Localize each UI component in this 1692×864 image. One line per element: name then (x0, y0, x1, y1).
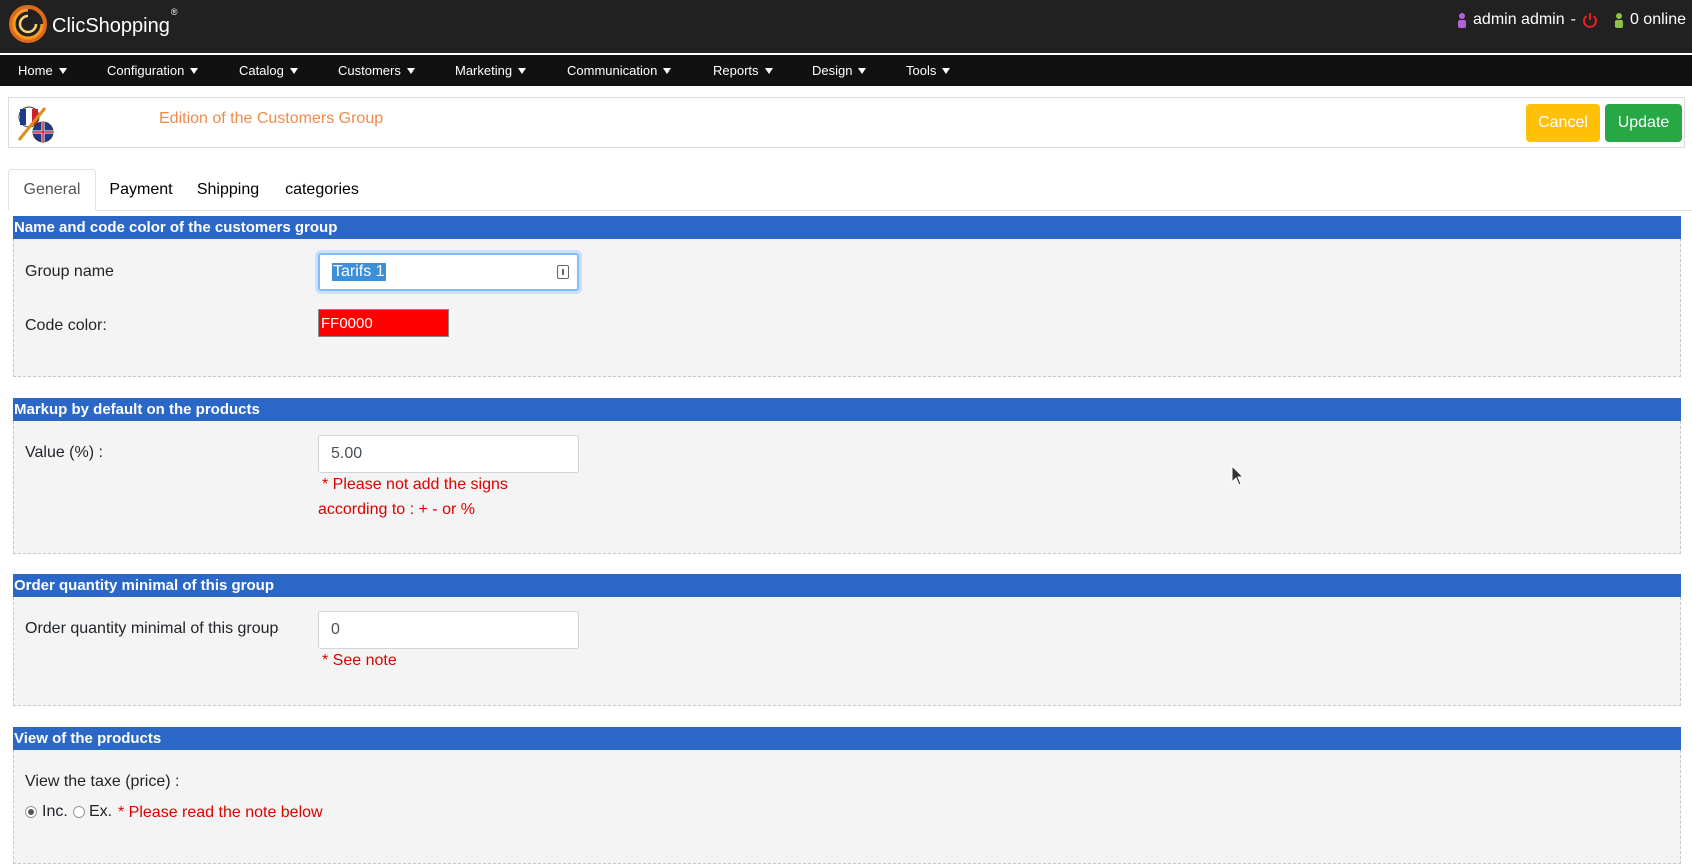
markup-note-line1: * Please not add the signs (322, 476, 508, 493)
caret-down-icon (190, 67, 199, 74)
section-order-quantity: Order quantity minimal of this group Ord… (13, 574, 1681, 706)
caret-down-icon (858, 67, 867, 74)
order-quantity-note: * See note (322, 652, 397, 669)
nav-customers[interactable]: Customers (338, 63, 415, 78)
markup-value-input[interactable]: 5.00 (318, 435, 579, 473)
group-name-label: Group name (25, 263, 114, 280)
markup-note-line2: according to : + - or % (318, 501, 475, 518)
caret-down-icon (942, 67, 951, 74)
user-separator: - (1570, 11, 1576, 28)
tax-ex-radio[interactable] (73, 806, 85, 818)
tab-bar: General Payment Shipping categories (8, 169, 1692, 211)
caret-down-icon (518, 67, 527, 74)
online-users-icon (1614, 13, 1623, 28)
section-title: Name and code color of the customers gro… (13, 216, 1681, 239)
tax-inc-label[interactable]: Inc. (42, 803, 68, 821)
nav-tools[interactable]: Tools (906, 63, 951, 78)
main-nav: Home Configuration Catalog Customers Mar… (0, 55, 1692, 86)
nav-reports[interactable]: Reports (713, 63, 773, 78)
nav-catalog[interactable]: Catalog (239, 63, 298, 78)
nav-configuration[interactable]: Configuration (107, 63, 199, 78)
mouse-cursor-icon (1231, 465, 1245, 486)
order-quantity-label: Order quantity minimal of this group (25, 620, 279, 637)
section-title: Markup by default on the products (13, 398, 1681, 421)
caret-down-icon (58, 67, 67, 74)
tab-categories[interactable]: categories (272, 169, 372, 211)
section-body: Value (%) : 5.00 * Please not add the si… (13, 421, 1681, 554)
section-title: View of the products (13, 727, 1681, 750)
section-body: Order quantity minimal of this group 0 *… (13, 597, 1681, 706)
tax-inc-radio[interactable] (25, 806, 37, 818)
nav-design[interactable]: Design (812, 63, 867, 78)
caret-down-icon (406, 67, 415, 74)
user-name[interactable]: admin admin (1473, 11, 1565, 29)
caret-down-icon (764, 67, 773, 74)
nav-marketing[interactable]: Marketing (455, 63, 527, 78)
section-name-color: Name and code color of the customers gro… (13, 216, 1681, 377)
update-button[interactable]: Update (1605, 104, 1682, 142)
tab-shipping[interactable]: Shipping (186, 169, 270, 211)
markup-value: 5.00 (331, 445, 363, 462)
nav-home[interactable]: Home (18, 63, 67, 78)
registered-mark: ® (170, 7, 178, 18)
section-body: Group name Tarifs 1 Code color: FF0000 (13, 239, 1681, 377)
order-quantity-input[interactable]: 0 (318, 611, 579, 649)
group-name-value: Tarifs 1 (332, 263, 386, 281)
section-title: Order quantity minimal of this group (13, 574, 1681, 597)
power-icon[interactable] (1582, 12, 1598, 28)
order-quantity-value: 0 (331, 621, 340, 638)
caret-down-icon (663, 67, 672, 74)
language-flags-icon (17, 106, 54, 143)
tax-ex-label[interactable]: Ex. (89, 803, 112, 821)
section-view-products: View of the products View the taxe (pric… (13, 727, 1681, 864)
autofill-icon[interactable] (557, 265, 569, 279)
clicshopping-logo[interactable] (8, 4, 48, 44)
tab-general[interactable]: General (8, 169, 96, 211)
view-tax-note: * Please read the note below (118, 804, 323, 821)
markup-note: * Please not add the signs according to … (318, 472, 508, 522)
group-name-input[interactable]: Tarifs 1 (318, 253, 579, 291)
user-area: admin admin - 0 online (1457, 11, 1686, 29)
caret-down-icon (289, 67, 298, 74)
section-markup: Markup by default on the products Value … (13, 398, 1681, 554)
user-icon (1458, 13, 1467, 28)
cancel-button[interactable]: Cancel (1526, 104, 1600, 142)
online-count: 0 online (1629, 11, 1686, 28)
brand-name[interactable]: ClicShopping® (52, 7, 178, 38)
nav-communication[interactable]: Communication (567, 63, 672, 78)
markup-value-label: Value (%) : (25, 444, 103, 461)
view-tax-label: View the taxe (price) : (25, 773, 180, 790)
tab-payment[interactable]: Payment (98, 169, 184, 211)
code-color-input[interactable]: FF0000 (318, 309, 449, 337)
top-bar: ClicShopping® admin admin - 0 online (0, 0, 1692, 53)
code-color-label: Code color: (25, 317, 107, 334)
page-header: Edition of the Customers Group Cancel Up… (8, 97, 1685, 148)
page-title: Edition of the Customers Group (159, 110, 384, 127)
section-body: View the taxe (price) : Inc. Ex. * Pleas… (13, 750, 1681, 864)
